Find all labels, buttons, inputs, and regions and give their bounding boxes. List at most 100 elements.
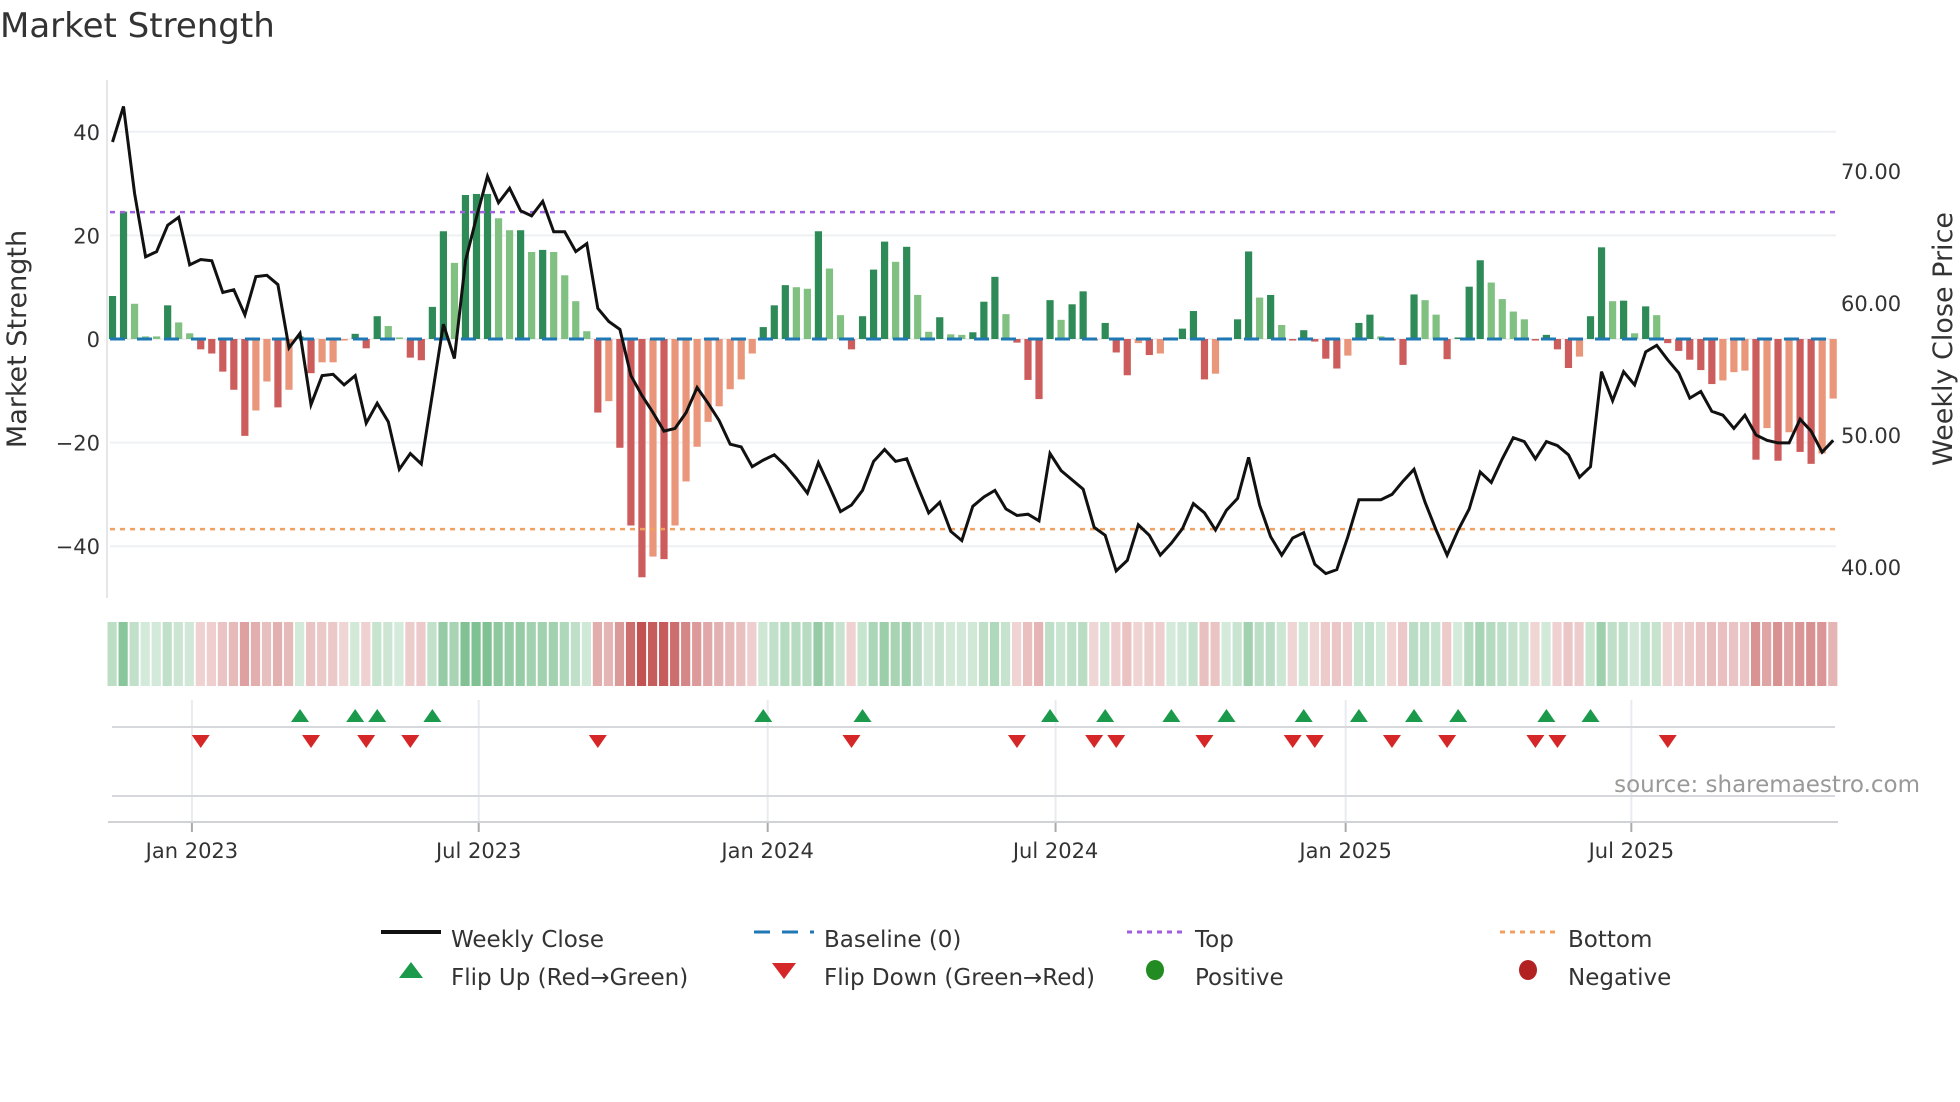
flip-down-marker (1548, 735, 1567, 748)
heat-cell (1706, 622, 1717, 686)
strength-bar (1829, 339, 1837, 399)
strength-bar (748, 339, 756, 354)
strength-bar (528, 251, 536, 339)
strength-bar (1653, 315, 1661, 339)
strength-bar (1101, 322, 1109, 339)
flip-down-marker (1107, 735, 1126, 748)
circle-icon (1498, 960, 1558, 988)
heat-cell (846, 622, 856, 686)
strength-bar (1730, 339, 1738, 373)
strength-bar (1024, 339, 1032, 380)
heat-cell (636, 622, 647, 686)
heat-cell (1188, 622, 1198, 686)
strength-bar (1476, 260, 1484, 339)
strength-bar (814, 231, 823, 339)
heat-cell (405, 622, 415, 686)
heat-cell (427, 622, 437, 686)
strength-bar (583, 331, 591, 339)
strength-bar (340, 339, 348, 341)
strength-bar (572, 301, 580, 339)
heat-cell (725, 622, 735, 686)
strength-bar (108, 296, 117, 339)
heat-cell (1762, 622, 1772, 686)
strength-bar (638, 339, 646, 578)
strength-bar (318, 339, 326, 363)
strength-bar (1189, 311, 1198, 339)
strength-bar (395, 337, 403, 339)
strength-bar (671, 339, 679, 526)
strength-bar (1597, 247, 1606, 339)
legend-bottom[interactable]: Bottom (1498, 922, 1652, 958)
heat-cell (890, 622, 900, 686)
gridlines (110, 130, 1836, 822)
y-axis-title: Market Strength (2, 230, 33, 448)
strength-bar (1620, 300, 1628, 339)
heat-cell (1100, 622, 1110, 686)
strength-bar (1399, 339, 1407, 365)
x-tick-label: Jul 2025 (1587, 839, 1674, 863)
strength-bar (605, 339, 613, 402)
heat-cell (504, 622, 514, 686)
strength-bar (869, 269, 878, 339)
heat-cell (802, 622, 812, 686)
heat-cell (1629, 622, 1639, 686)
heat-cell (239, 622, 250, 686)
heat-cell (1695, 622, 1706, 686)
heat-cell (129, 622, 139, 686)
heat-cell (1574, 622, 1584, 686)
strength-bar (936, 317, 944, 339)
heat-cell (570, 622, 580, 686)
heat-cell (1364, 622, 1375, 686)
strength-bar (550, 251, 558, 339)
legend: Weekly Close Baseline (0) Top Bottom Fli… (0, 920, 1960, 1010)
legend-label: Bottom (1568, 927, 1653, 953)
strength-bar (1057, 319, 1065, 339)
strength-bar (980, 301, 988, 339)
heat-cell (1309, 622, 1319, 686)
legend-weekly-close[interactable]: Weekly Close (381, 922, 604, 958)
x-tick-label: Jul 2024 (1011, 839, 1098, 863)
strength-bar (1002, 314, 1010, 339)
heat-cell (1651, 622, 1661, 686)
heat-cell (383, 622, 393, 686)
heat-cell (1585, 622, 1595, 686)
heat-cell (1596, 622, 1606, 686)
heat-cell (173, 622, 183, 686)
flip-up-marker (346, 709, 365, 722)
strength-bar (197, 339, 205, 350)
legend-flip-down[interactable]: Flip Down (Green→Red) (754, 960, 1095, 996)
flip-up-marker (1405, 709, 1424, 722)
strength-bar (130, 303, 139, 339)
heat-cell (1673, 622, 1683, 686)
heat-cell (1067, 622, 1077, 686)
heat-cell (1684, 622, 1694, 686)
legend-label: Negative (1568, 965, 1672, 991)
legend-label: Flip Down (Green→Red) (824, 965, 1095, 991)
heat-cell (339, 622, 349, 686)
dashed-line-icon (754, 930, 814, 950)
legend-baseline[interactable]: Baseline (0) (754, 922, 961, 958)
heat-cell (107, 622, 117, 686)
legend-flip-up[interactable]: Flip Up (Red→Green) (381, 960, 688, 996)
legend-top[interactable]: Top (1125, 922, 1234, 958)
heat-cell (614, 622, 625, 686)
strength-bar (307, 339, 315, 374)
heat-cell (1056, 622, 1066, 686)
strength-bar (825, 268, 834, 339)
heat-cell (184, 622, 194, 686)
heat-cell (1353, 622, 1364, 686)
strength-bar (1531, 339, 1539, 341)
strength-bar (1112, 339, 1120, 353)
heat-cell (868, 622, 878, 686)
heat-cell (1342, 622, 1353, 686)
strength-bar (1675, 339, 1683, 351)
legend-positive[interactable]: Positive (1125, 960, 1284, 996)
heat-cell (1662, 622, 1672, 686)
heat-cell (1276, 622, 1286, 686)
heat-cell (857, 622, 867, 686)
triangle-down-icon (754, 963, 814, 988)
flip-markers (191, 709, 1677, 748)
heat-cell (1817, 622, 1827, 686)
heat-cell (1045, 622, 1055, 686)
legend-negative[interactable]: Negative (1498, 960, 1671, 996)
